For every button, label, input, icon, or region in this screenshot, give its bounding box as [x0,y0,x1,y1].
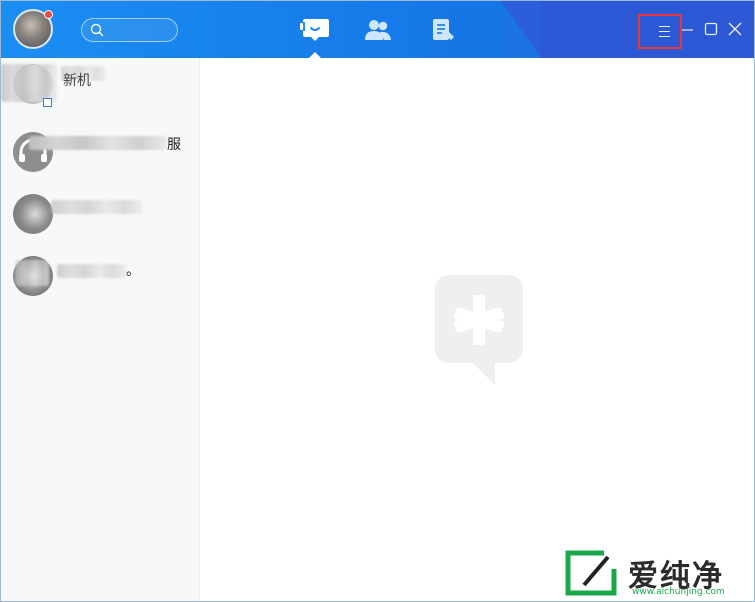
asterisk-chat-logo-icon [435,275,523,385]
chat-name: 新机 [63,73,91,89]
menu-icon [659,26,670,27]
search-input[interactable] [108,21,174,39]
status-icon [43,98,52,107]
chat-name: 服 [167,137,181,153]
close-icon[interactable] [727,21,743,37]
conversation-list: 新机 服 。 [1,58,200,601]
search-box[interactable] [81,18,178,42]
app-window: 新机 服 。 爱纯净 www.aichunjing.com [0,0,755,602]
list-item[interactable]: 。 [1,248,200,310]
watermark-logo-icon [565,549,624,596]
maximize-icon[interactable] [703,21,719,37]
blurred-name [51,200,143,214]
tab-messages[interactable] [300,16,330,44]
list-item[interactable]: 新机 [1,58,200,120]
title-bar [1,1,754,58]
list-item[interactable] [1,186,200,248]
tab-contacts[interactable] [363,16,393,44]
menu-button[interactable] [638,14,682,49]
tab-notes[interactable] [428,16,458,44]
notification-dot [44,10,53,19]
blurred-name [29,136,167,150]
chat-name: 。 [126,263,140,279]
blurred-name [57,264,127,278]
avatar [13,194,53,234]
search-icon [90,23,104,37]
list-item[interactable]: 服 [1,120,200,182]
blurred-name [1,64,57,102]
minimize-icon[interactable] [680,21,696,37]
watermark-url: www.aichunjing.com [632,587,725,597]
